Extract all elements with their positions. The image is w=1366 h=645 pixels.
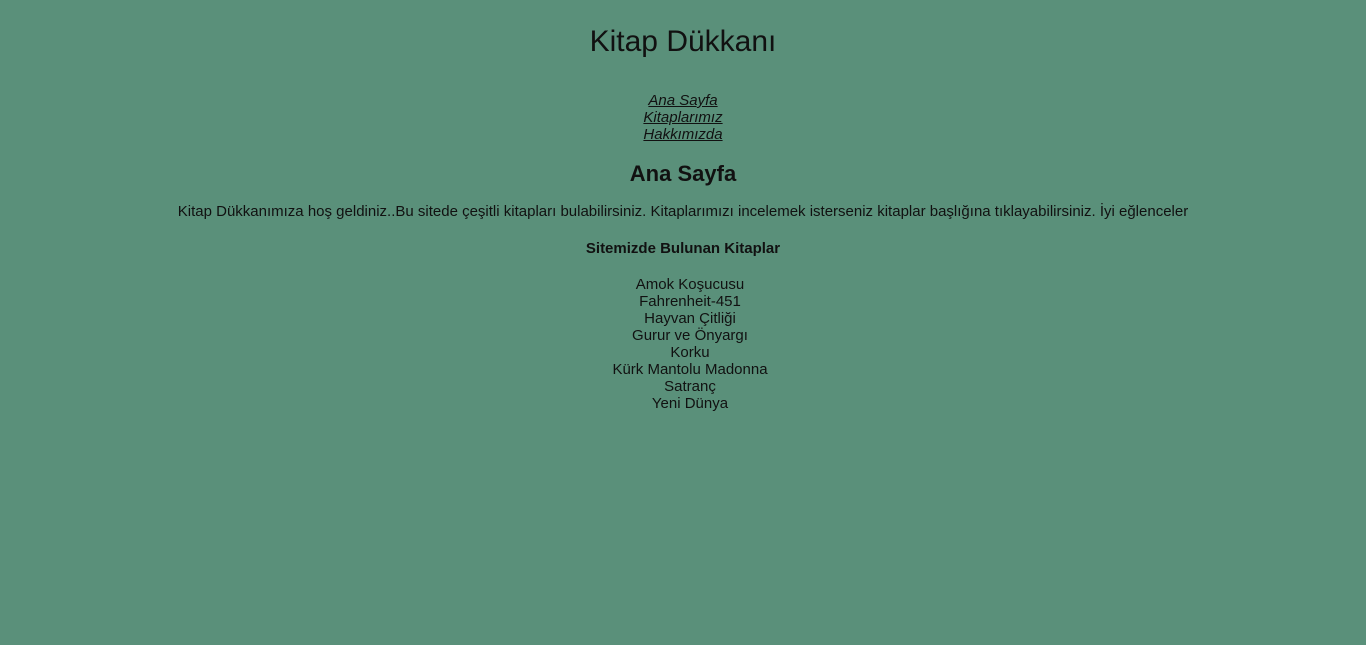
intro-text: Kitap Dükkanımıza hoş geldiniz..Bu sited… — [177, 203, 1189, 220]
page-title: Kitap Dükkanı — [589, 25, 777, 58]
book-item: Satranç — [664, 378, 716, 395]
section-title: Ana Sayfa — [629, 161, 737, 186]
book-item: Hayvan Çitliği — [644, 310, 736, 327]
nav-link-kitaplarimiz[interactable]: Kitaplarımız — [643, 109, 722, 126]
nav-link-ana-sayfa[interactable]: Ana Sayfa — [648, 92, 717, 109]
books-heading: Sitemizde Bulunan Kitaplar — [585, 240, 781, 257]
book-item: Gurur ve Önyargı — [632, 327, 748, 344]
book-item: Yeni Dünya — [651, 395, 729, 412]
book-item: Korku — [670, 344, 710, 361]
book-item: Kürk Mantolu Madonna — [612, 361, 768, 378]
book-item: Fahrenheit-451 — [639, 293, 741, 310]
main-nav: Ana Sayfa Kitaplarımız Hakkımızda — [0, 92, 1366, 143]
nav-link-hakkimizda[interactable]: Hakkımızda — [643, 126, 722, 143]
book-item: Amok Koşucusu — [635, 276, 745, 293]
book-list: Amok Koşucusu Fahrenheit-451 Hayvan Çitl… — [0, 276, 1366, 412]
